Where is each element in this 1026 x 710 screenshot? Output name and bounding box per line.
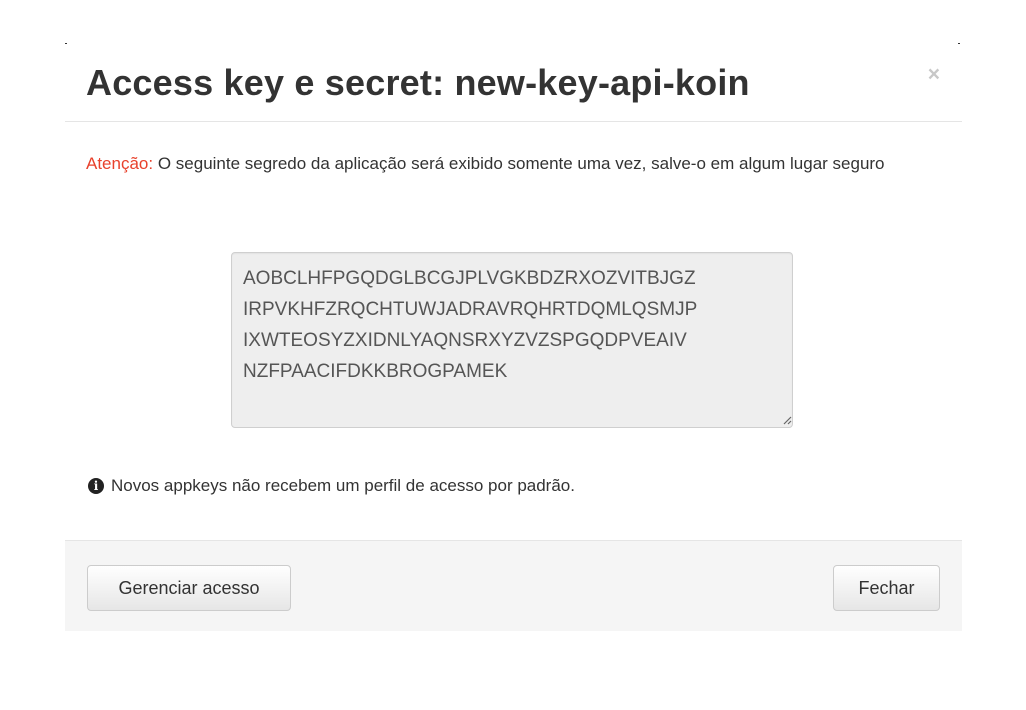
modal-footer: Gerenciar acesso Fechar bbox=[65, 540, 962, 631]
warning-text: O seguinte segredo da aplicação será exi… bbox=[153, 154, 885, 173]
info-note: i Novos appkeys não recebem um perfil de… bbox=[88, 476, 575, 496]
info-circle-icon: i bbox=[88, 478, 104, 494]
warning-label: Atenção: bbox=[86, 154, 154, 173]
warning-message: Atenção: O seguinte segredo da aplicação… bbox=[86, 150, 906, 178]
access-key-modal: Access key e secret: new-key-api-koin × … bbox=[65, 44, 962, 631]
close-icon[interactable]: × bbox=[928, 64, 940, 85]
info-text: Novos appkeys não recebem um perfil de a… bbox=[111, 476, 575, 495]
resize-grip-icon[interactable] bbox=[782, 415, 792, 425]
modal-header: Access key e secret: new-key-api-koin × bbox=[65, 44, 962, 122]
modal-title: Access key e secret: new-key-api-koin bbox=[86, 62, 750, 103]
modal-body: Atenção: O seguinte segredo da aplicação… bbox=[65, 122, 962, 540]
secret-textarea[interactable]: AOBCLHFPGQDGLBCGJPLVGKBDZRXOZVITBJGZ IRP… bbox=[231, 252, 793, 428]
close-button[interactable]: Fechar bbox=[833, 565, 940, 611]
manage-access-button[interactable]: Gerenciar acesso bbox=[87, 565, 291, 611]
